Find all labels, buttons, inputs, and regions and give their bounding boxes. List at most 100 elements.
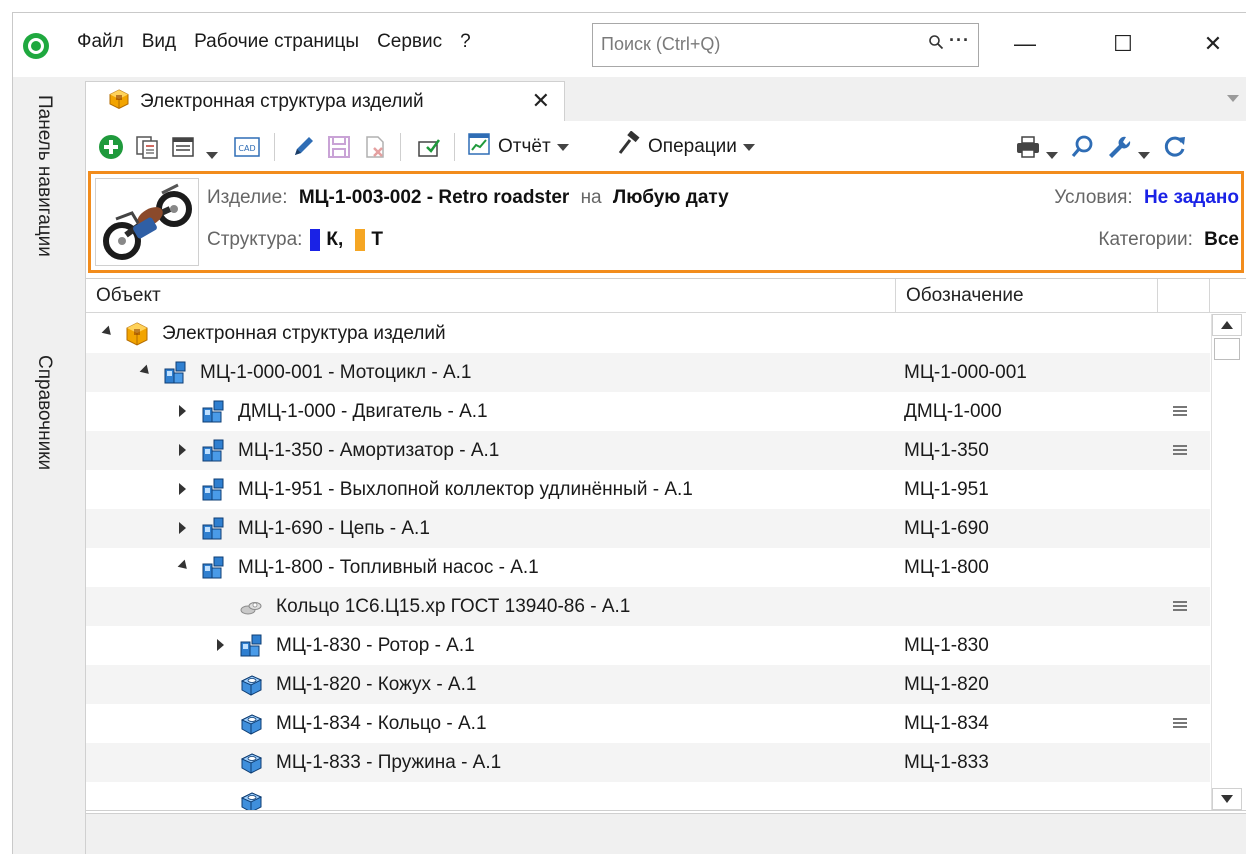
cad-icon[interactable]: CAD xyxy=(232,133,262,161)
table-row[interactable]: МЦ-1-350 - Амортизатор - А.1 МЦ-1-350 xyxy=(86,431,1210,470)
row-menu-icon[interactable] xyxy=(1173,445,1187,455)
search-options-button[interactable]: ··· xyxy=(949,30,970,51)
tab-overflow-icon[interactable] xyxy=(1227,95,1239,102)
product-thumbnail[interactable] xyxy=(95,178,199,266)
document-tabs: Электронная структура изделий ✕ xyxy=(85,77,1246,121)
assembly-icon xyxy=(200,438,226,464)
edit-icon[interactable] xyxy=(290,133,316,161)
close-button[interactable]: ✕ xyxy=(1193,27,1233,61)
content-panel: CAD Отчёт Операции Изделие: МЦ-1-003-002… xyxy=(85,121,1246,854)
expand-icon[interactable] xyxy=(179,522,186,534)
toolbar-separator xyxy=(274,133,275,161)
table-row[interactable]: МЦ-1-000-001 - Мотоцикл - А.1 МЦ-1-000-00… xyxy=(86,353,1210,392)
table-row[interactable]: МЦ-1-690 - Цепь - А.1 МЦ-1-690 xyxy=(86,509,1210,548)
column-object[interactable]: Объект xyxy=(86,279,896,313)
expand-icon[interactable] xyxy=(217,639,224,651)
report-button[interactable]: Отчёт xyxy=(466,133,569,161)
toolbar-separator xyxy=(454,133,455,161)
expand-icon[interactable] xyxy=(179,405,186,417)
tab-close-icon[interactable]: ✕ xyxy=(532,88,550,114)
row-menu-icon[interactable] xyxy=(1173,601,1187,611)
nav-panel-tab[interactable]: Панель навигации xyxy=(33,95,55,257)
product-label: Изделие: xyxy=(207,187,288,208)
row-name: Электронная структура изделий xyxy=(162,323,446,344)
operations-button[interactable]: Операции xyxy=(616,130,755,161)
structure-cube-icon xyxy=(124,321,150,347)
table-row[interactable]: Электронная структура изделий xyxy=(86,314,1210,353)
save-icon[interactable] xyxy=(326,133,352,161)
grid-header: Объект Обозначение xyxy=(86,279,1246,313)
reference-books-tab[interactable]: Справочники xyxy=(33,355,55,470)
part-icon xyxy=(238,750,264,776)
vertical-scrollbar[interactable] xyxy=(1211,314,1242,810)
find-icon[interactable] xyxy=(1070,133,1096,161)
minimize-button[interactable]: — xyxy=(1005,27,1045,61)
report-chart-icon xyxy=(466,131,492,163)
maximize-button[interactable]: ☐ xyxy=(1103,27,1143,61)
date-value[interactable]: Любую дату xyxy=(613,187,729,208)
structure-grid: Объект Обозначение Электронная структура… xyxy=(86,278,1246,811)
scroll-down-icon[interactable] xyxy=(1212,788,1242,810)
copy-icon[interactable] xyxy=(134,133,160,161)
product-line: Изделие: МЦ-1-003-002 - Retro roadster н… xyxy=(207,187,729,209)
row-designation: МЦ-1-690 xyxy=(904,518,989,539)
refresh-icon[interactable] xyxy=(1162,133,1188,161)
table-row[interactable]: МЦ-1-800 - Топливный насос - А.1 МЦ-1-800 xyxy=(86,548,1210,587)
row-name: МЦ-1-830 - Ротор - А.1 xyxy=(276,635,475,656)
row-designation: МЦ-1-800 xyxy=(904,557,989,578)
row-menu-icon[interactable] xyxy=(1173,718,1187,728)
row-menu-icon[interactable] xyxy=(1173,406,1187,416)
menu-service[interactable]: Сервис xyxy=(377,31,442,53)
structure-k-swatch xyxy=(310,229,321,251)
settings-wrench-icon[interactable] xyxy=(1106,133,1132,161)
column-extra[interactable] xyxy=(1158,279,1210,313)
column-designation[interactable]: Обозначение xyxy=(896,279,1158,313)
conditions-value[interactable]: Не задано xyxy=(1144,187,1239,208)
categories-value[interactable]: Все xyxy=(1204,229,1239,250)
table-row[interactable]: МЦ-1-833 - Пружина - А.1 МЦ-1-833 xyxy=(86,743,1210,782)
grid-rows: Электронная структура изделий МЦ-1-000-00… xyxy=(86,314,1210,810)
row-name: МЦ-1-820 - Кожух - А.1 xyxy=(276,674,477,695)
delete-icon[interactable] xyxy=(362,133,388,161)
settings-dropdown-icon[interactable] xyxy=(1138,141,1150,169)
search-icon[interactable] xyxy=(928,34,944,55)
print-icon[interactable] xyxy=(1014,133,1042,161)
table-row[interactable]: ДМЦ-1-000 - Двигатель - А.1 ДМЦ-1-000 xyxy=(86,392,1210,431)
expand-icon[interactable] xyxy=(179,444,186,456)
product-value[interactable]: МЦ-1-003-002 - Retro roadster xyxy=(299,187,569,208)
structure-t-label[interactable]: Т xyxy=(371,229,383,251)
tab-product-structure[interactable]: Электронная структура изделий ✕ xyxy=(85,81,565,121)
row-name: Кольцо 1С6.Ц15.хр ГОСТ 13940-86 - А.1 xyxy=(276,596,631,617)
menu-file[interactable]: Файл xyxy=(77,31,124,53)
row-name: МЦ-1-000-001 - Мотоцикл - А.1 xyxy=(200,362,472,383)
menu-workpages[interactable]: Рабочие страницы xyxy=(194,31,359,53)
scroll-thumb[interactable] xyxy=(1214,338,1240,360)
title-bar: Файл Вид Рабочие страницы Сервис ? Поиск… xyxy=(13,13,1246,77)
part-icon xyxy=(238,672,264,698)
table-row[interactable]: МЦ-1-951 - Выхлопной коллектор удлинённы… xyxy=(86,470,1210,509)
collapse-icon[interactable] xyxy=(139,364,153,378)
menu-help[interactable]: ? xyxy=(460,31,471,53)
table-row[interactable]: Кольцо 1С6.Ц15.хр ГОСТ 13940-86 - А.1 xyxy=(86,587,1210,626)
expand-icon[interactable] xyxy=(179,483,186,495)
add-icon[interactable] xyxy=(98,133,124,161)
table-row[interactable] xyxy=(86,782,1210,810)
structure-k-label[interactable]: К, xyxy=(326,229,343,251)
collapse-icon[interactable] xyxy=(101,325,115,339)
row-name: ДМЦ-1-000 - Двигатель - А.1 xyxy=(238,401,488,422)
left-nav: Панель навигации Справочники xyxy=(13,77,85,854)
table-row[interactable]: МЦ-1-834 - Кольцо - А.1 МЦ-1-834 xyxy=(86,704,1210,743)
view-mode-dropdown-icon[interactable] xyxy=(206,141,218,169)
status-bar xyxy=(86,813,1246,854)
row-name: МЦ-1-833 - Пружина - А.1 xyxy=(276,752,502,773)
scroll-up-icon[interactable] xyxy=(1212,314,1242,336)
collapse-icon[interactable] xyxy=(177,559,191,573)
search-input[interactable]: Поиск (Ctrl+Q) ··· xyxy=(592,23,979,67)
print-dropdown-icon[interactable] xyxy=(1046,141,1058,169)
menu-view[interactable]: Вид xyxy=(142,31,176,53)
table-row[interactable]: МЦ-1-830 - Ротор - А.1 МЦ-1-830 xyxy=(86,626,1210,665)
view-mode-icon[interactable] xyxy=(170,133,196,161)
table-row[interactable]: МЦ-1-820 - Кожух - А.1 МЦ-1-820 xyxy=(86,665,1210,704)
checkout-icon[interactable] xyxy=(416,133,442,161)
app-logo-icon[interactable] xyxy=(23,33,49,59)
